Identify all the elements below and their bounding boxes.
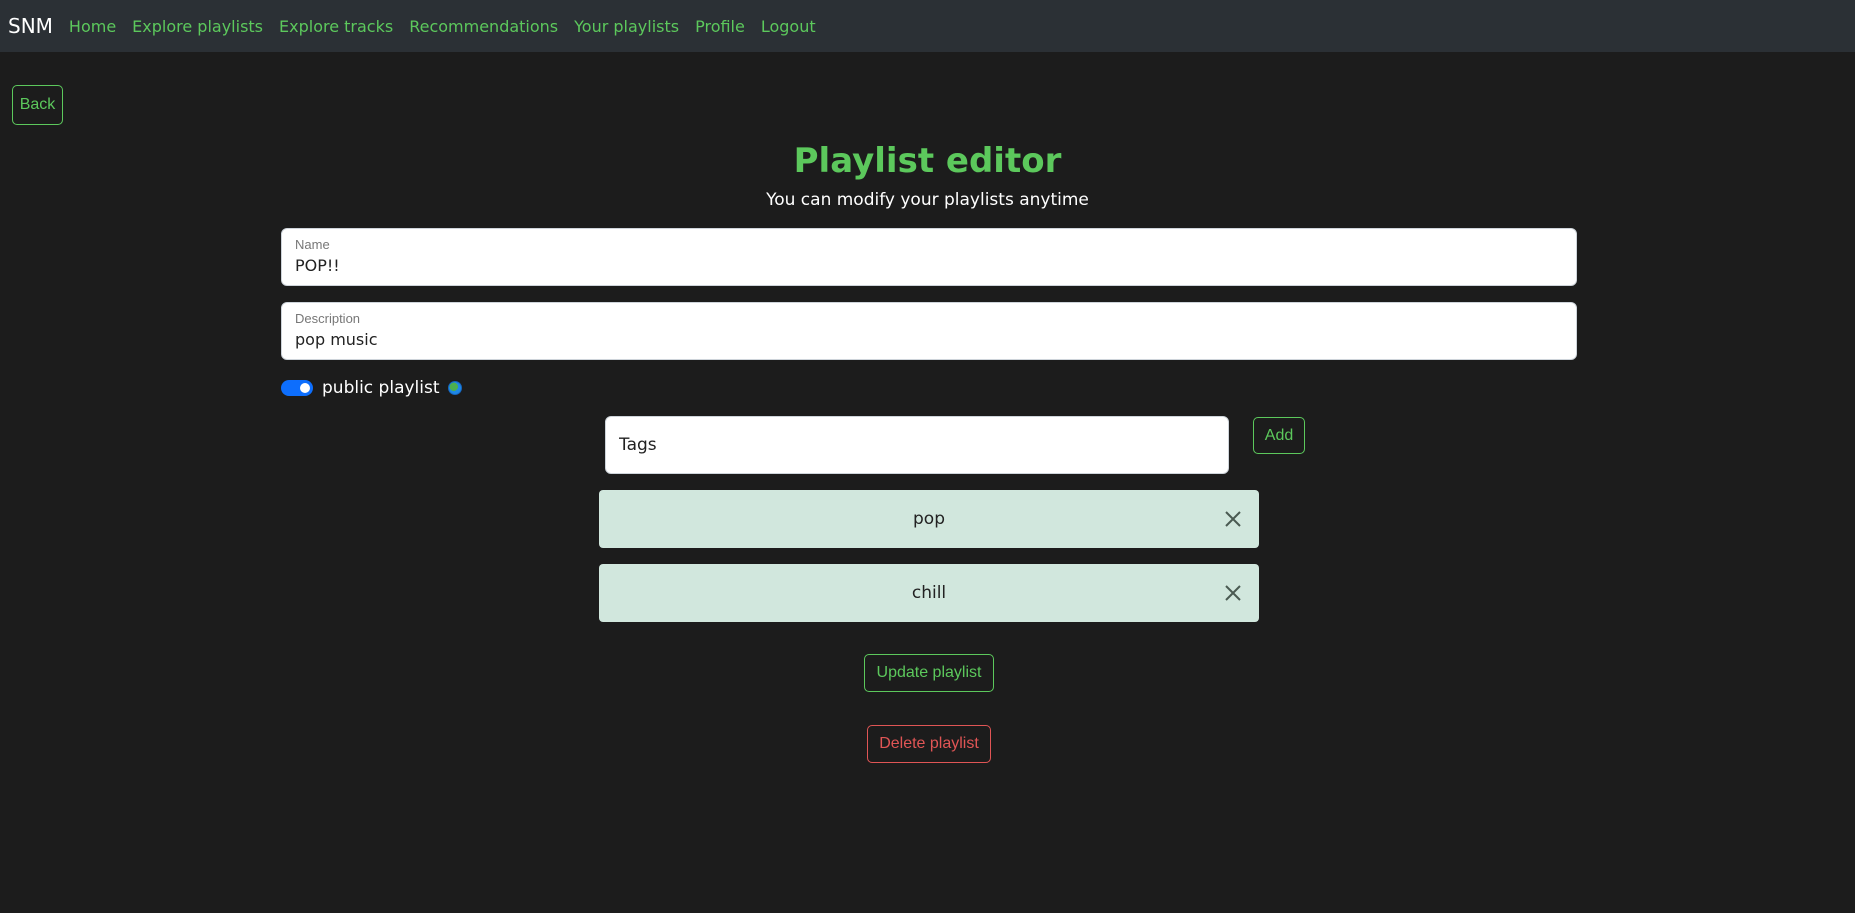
- nav-link-recommendations[interactable]: Recommendations: [409, 17, 558, 36]
- close-icon[interactable]: [1223, 583, 1243, 603]
- public-playlist-toggle[interactable]: [281, 380, 313, 396]
- name-field[interactable]: Name: [281, 228, 1577, 286]
- close-icon[interactable]: [1223, 509, 1243, 529]
- public-playlist-label: public playlist: [322, 378, 440, 398]
- nav-link-explore-playlists[interactable]: Explore playlists: [132, 17, 263, 36]
- add-tag-button[interactable]: Add: [1253, 417, 1305, 454]
- description-field-label: Description: [295, 311, 361, 326]
- name-field-label: Name: [295, 237, 330, 252]
- update-playlist-button[interactable]: Update playlist: [864, 654, 994, 692]
- page-subtitle: You can modify your playlists anytime: [766, 190, 1089, 210]
- tag-item-pop: pop: [599, 490, 1259, 548]
- tag-label: chill: [911, 583, 947, 603]
- back-button[interactable]: Back: [12, 85, 63, 125]
- tag-item-chill: chill: [599, 564, 1259, 622]
- nav-link-your-playlists[interactable]: Your playlists: [574, 17, 679, 36]
- brand-logo[interactable]: SNM: [8, 14, 53, 38]
- tag-label: pop: [913, 509, 945, 529]
- name-input[interactable]: [295, 255, 1563, 277]
- nav-link-logout[interactable]: Logout: [761, 17, 816, 36]
- tags-input[interactable]: [605, 416, 1229, 474]
- description-input[interactable]: [295, 329, 1563, 351]
- nav-link-profile[interactable]: Profile: [695, 17, 745, 36]
- public-playlist-switch-row: public playlist: [281, 378, 462, 398]
- delete-playlist-button[interactable]: Delete playlist: [867, 725, 991, 763]
- nav-link-home[interactable]: Home: [69, 17, 116, 36]
- page-title: Playlist editor: [793, 141, 1062, 181]
- globe-icon: [447, 381, 462, 395]
- description-field[interactable]: Description: [281, 302, 1577, 360]
- toggle-knob: [300, 383, 310, 393]
- nav-link-explore-tracks[interactable]: Explore tracks: [279, 17, 393, 36]
- top-navbar: SNM Home Explore playlists Explore track…: [0, 0, 1855, 52]
